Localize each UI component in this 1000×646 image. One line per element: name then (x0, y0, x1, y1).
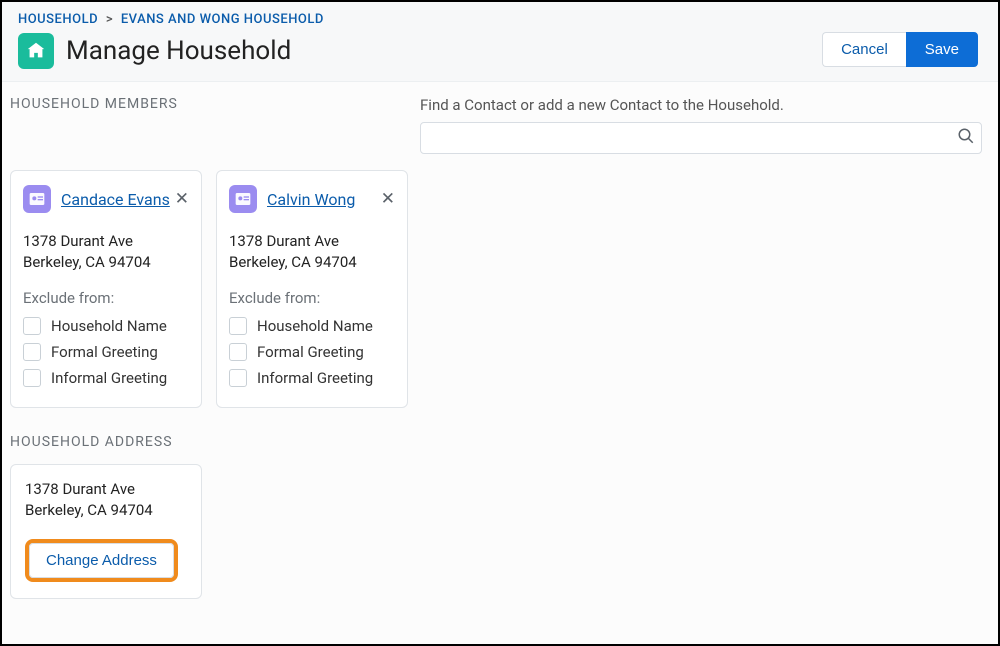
checkbox-label: Informal Greeting (51, 369, 167, 387)
checkbox-label: Household Name (51, 317, 167, 335)
contact-icon (23, 185, 51, 213)
breadcrumb-root-link[interactable]: HOUSEHOLD (18, 12, 98, 27)
address-line2: Berkeley, CA 94704 (229, 252, 395, 273)
member-address: 1378 Durant Ave Berkeley, CA 94704 (23, 231, 189, 273)
exclude-from-label: Exclude from: (229, 289, 395, 307)
remove-member-button[interactable]: ✕ (175, 191, 189, 208)
checkbox-formal-greeting[interactable] (23, 343, 41, 361)
checkbox-label: Formal Greeting (257, 343, 364, 361)
checkbox-formal-greeting[interactable] (229, 343, 247, 361)
address-line1: 1378 Durant Ave (229, 231, 395, 252)
search-icon (957, 127, 975, 149)
household-members-label: HOUSEHOLD MEMBERS (10, 96, 418, 112)
breadcrumb: HOUSEHOLD > EVANS AND WONG HOUSEHOLD (18, 12, 978, 27)
contact-search-input[interactable] (420, 122, 982, 154)
change-address-button[interactable]: Change Address (29, 543, 174, 578)
exclude-from-label: Exclude from: (23, 289, 189, 307)
checkbox-household-name[interactable] (23, 317, 41, 335)
household-address-line1: 1378 Durant Ave (25, 479, 187, 500)
breadcrumb-current-link[interactable]: EVANS AND WONG HOUSEHOLD (121, 12, 324, 27)
search-label: Find a Contact or add a new Contact to t… (420, 96, 982, 114)
breadcrumb-separator: > (106, 12, 113, 27)
member-card: Calvin Wong ✕ 1378 Durant Ave Berkeley, … (216, 170, 408, 408)
checkbox-label: Formal Greeting (51, 343, 158, 361)
change-address-highlight: Change Address (25, 539, 178, 582)
address-line2: Berkeley, CA 94704 (23, 252, 189, 273)
save-button[interactable]: Save (906, 32, 978, 67)
household-address-card: 1378 Durant Ave Berkeley, CA 94704 Chang… (10, 464, 202, 599)
checkbox-informal-greeting[interactable] (229, 369, 247, 387)
household-address-line2: Berkeley, CA 94704 (25, 500, 187, 521)
checkbox-informal-greeting[interactable] (23, 369, 41, 387)
address-line1: 1378 Durant Ave (23, 231, 189, 252)
household-address-label: HOUSEHOLD ADDRESS (10, 434, 418, 450)
page-header: HOUSEHOLD > EVANS AND WONG HOUSEHOLD Man… (2, 2, 998, 82)
member-address: 1378 Durant Ave Berkeley, CA 94704 (229, 231, 395, 273)
checkbox-label: Informal Greeting (257, 369, 373, 387)
page-title: Manage Household (66, 36, 291, 66)
contact-name-link[interactable]: Candace Evans (61, 190, 173, 209)
checkbox-label: Household Name (257, 317, 373, 335)
member-card: Candace Evans ✕ 1378 Durant Ave Berkeley… (10, 170, 202, 408)
household-icon (18, 33, 54, 69)
contact-name-link[interactable]: Calvin Wong (267, 190, 379, 209)
cancel-button[interactable]: Cancel (822, 32, 906, 67)
contact-icon (229, 185, 257, 213)
checkbox-household-name[interactable] (229, 317, 247, 335)
remove-member-button[interactable]: ✕ (381, 191, 395, 208)
